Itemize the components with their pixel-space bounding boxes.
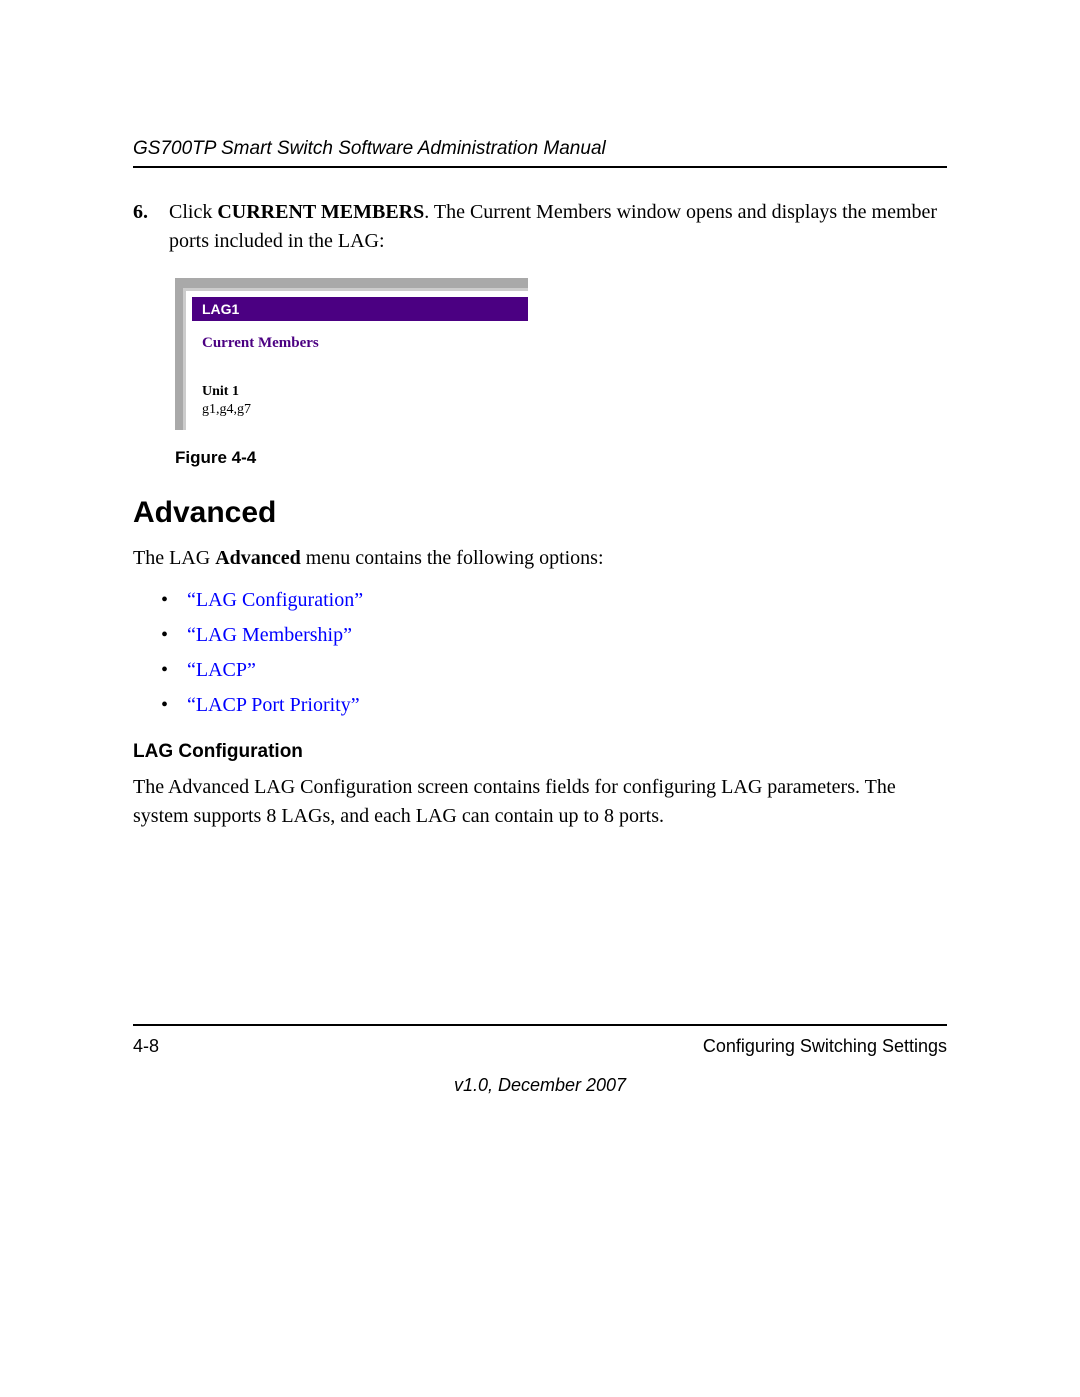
- options-list: “LAG Configuration” “LAG Membership” “LA…: [161, 585, 947, 721]
- list-item: “LACP Port Priority”: [161, 690, 947, 721]
- xref-lag-membership[interactable]: “LAG Membership”: [187, 624, 352, 646]
- step-text: Click CURRENT MEMBERS. The Current Membe…: [169, 198, 947, 256]
- intro-prefix: The LAG: [133, 547, 215, 569]
- footer-rule: [133, 1024, 947, 1026]
- page-footer: 4-8 Configuring Switching Settings v1.0,…: [133, 1024, 947, 1096]
- figure-ports: g1,g4,g7: [186, 400, 528, 420]
- xref-lacp-port-priority[interactable]: “LACP Port Priority”: [187, 694, 360, 716]
- figure-titlebar: LAG1: [192, 297, 528, 321]
- figure-wrapper: LAG1 Current Members Unit 1 g1,g4,g7: [175, 278, 947, 430]
- footer-chapter-title: Configuring Switching Settings: [703, 1036, 947, 1057]
- subsection-heading-lag-configuration: LAG Configuration: [133, 741, 947, 763]
- step-bold-term: CURRENT MEMBERS: [217, 201, 424, 223]
- step-number: 6.: [133, 198, 161, 256]
- footer-row: 4-8 Configuring Switching Settings: [133, 1036, 947, 1057]
- figure-shadow: LAG1 Current Members Unit 1 g1,g4,g7: [175, 278, 528, 430]
- figure-box: LAG1 Current Members Unit 1 g1,g4,g7: [183, 288, 528, 430]
- footer-page-number: 4-8: [133, 1036, 159, 1057]
- xref-lacp[interactable]: “LACP”: [187, 659, 256, 681]
- numbered-step: 6. Click CURRENT MEMBERS. The Current Me…: [133, 198, 947, 256]
- figure-unit-label: Unit 1: [186, 372, 528, 400]
- section-heading-advanced: Advanced: [133, 496, 947, 530]
- step-text-prefix: Click: [169, 201, 217, 223]
- list-item: “LACP”: [161, 655, 947, 686]
- list-item: “LAG Configuration”: [161, 585, 947, 616]
- footer-version: v1.0, December 2007: [133, 1075, 947, 1096]
- running-header: GS700TP Smart Switch Software Administra…: [133, 138, 947, 168]
- subsection-body: The Advanced LAG Configuration screen co…: [133, 773, 947, 831]
- list-item: “LAG Membership”: [161, 620, 947, 651]
- intro-suffix: menu contains the following options:: [301, 547, 604, 569]
- page-content: GS700TP Smart Switch Software Administra…: [133, 138, 947, 843]
- figure-subhead: Current Members: [186, 321, 528, 372]
- section-intro: The LAG Advanced menu contains the follo…: [133, 544, 947, 573]
- figure-caption: Figure 4-4: [175, 448, 947, 468]
- xref-lag-configuration[interactable]: “LAG Configuration”: [187, 589, 363, 611]
- intro-bold: Advanced: [215, 547, 301, 569]
